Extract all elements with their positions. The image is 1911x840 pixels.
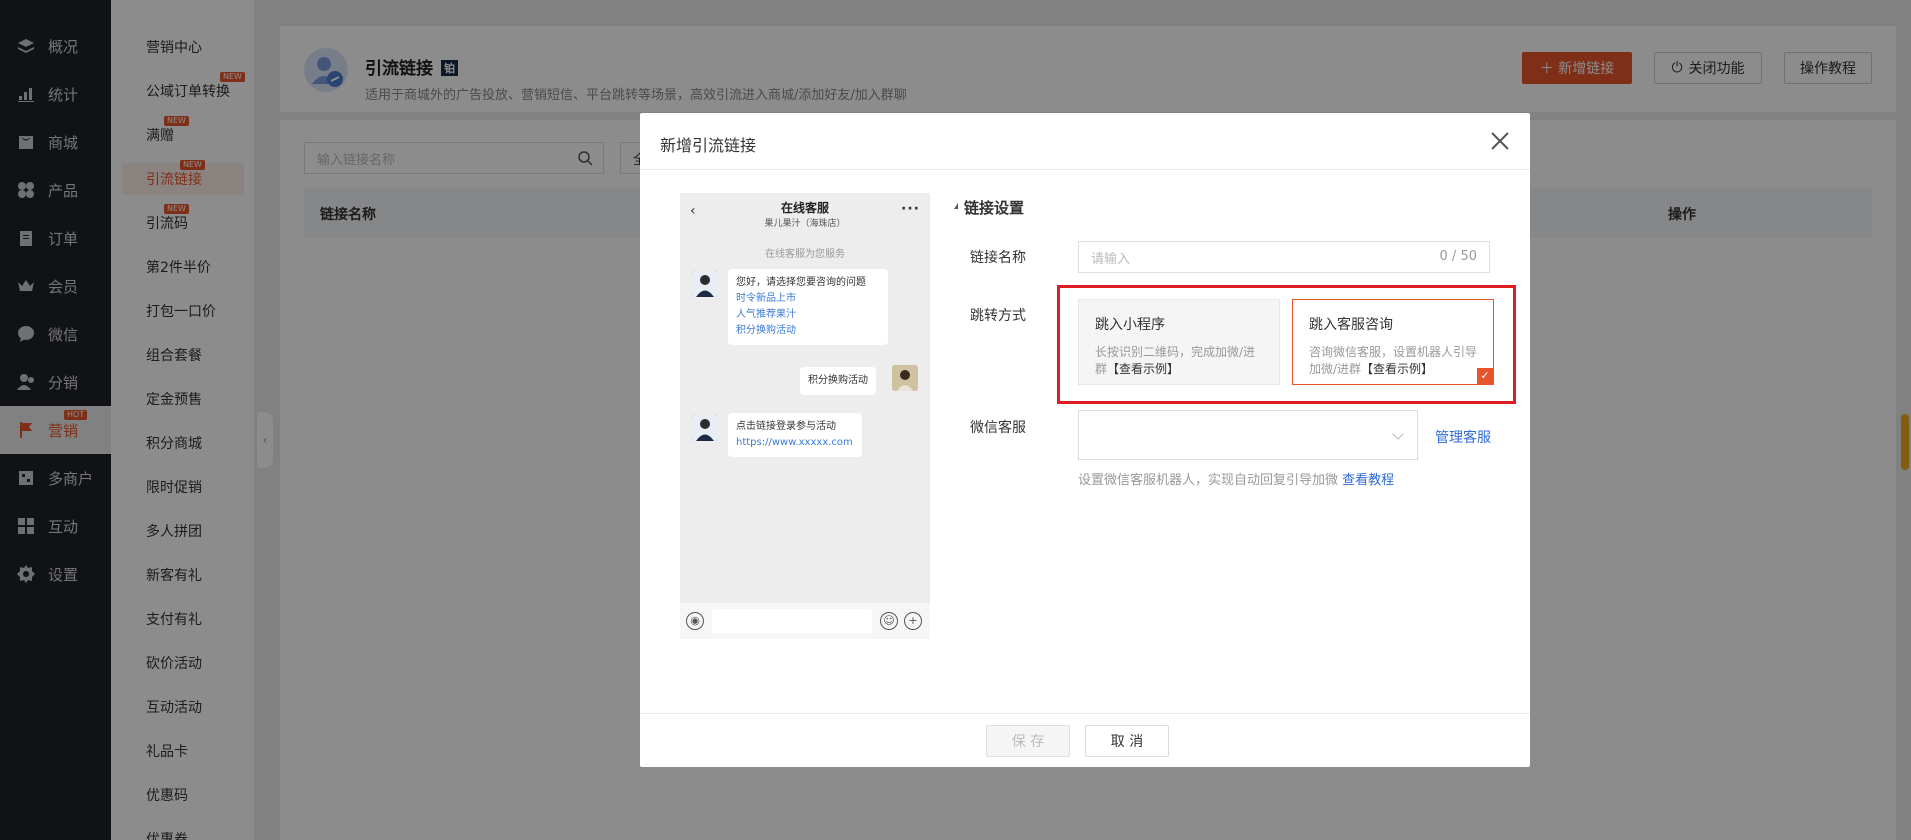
emoji-icon: ☺: [880, 612, 898, 630]
agent-message-bubble: 点击链接登录参与活动 https://www.xxxxx.com: [728, 413, 862, 457]
chat-input: [712, 609, 872, 633]
phone-title: 在线客服: [780, 201, 829, 215]
quick-reply-link[interactable]: 积分换购活动: [736, 323, 880, 339]
char-counter: 0 / 50: [1439, 249, 1477, 264]
chat-input-bar: ◉ ☺ +: [680, 603, 930, 639]
chevron-down-icon: [1392, 428, 1404, 440]
phone-subtitle: 果儿果汁（海珠店）: [764, 219, 846, 229]
agent-message-bubble: 您好，请选择您要咨询的问题 时令新品上市 人气推荐果汁 积分换购活动: [728, 269, 888, 345]
input-placeholder: 请输入: [1091, 251, 1131, 267]
dialog-title: 新增引流链接: [660, 136, 757, 155]
message-text: 您好，请选择您要咨询的问题: [736, 277, 866, 288]
wechat-service-label: 微信客服: [970, 420, 1026, 436]
view-tutorial-link[interactable]: 查看教程: [1342, 473, 1394, 488]
user-message-bubble: 积分换购活动: [800, 367, 876, 395]
manage-service-link[interactable]: 管理客服: [1435, 427, 1491, 447]
plus-icon: +: [904, 612, 922, 630]
more-icon: ···: [901, 201, 920, 217]
name-label: 链接名称: [970, 250, 1026, 266]
close-icon[interactable]: [1488, 129, 1512, 153]
agent-avatar: [692, 271, 718, 297]
quick-reply-link[interactable]: 人气推荐果汁: [736, 307, 880, 323]
section-title: 链接设置: [953, 199, 1025, 217]
save-button[interactable]: 保 存: [986, 725, 1070, 757]
message-text: 点击链接登录参与活动: [736, 421, 836, 432]
wechat-service-select[interactable]: [1078, 410, 1418, 460]
help-text: 设置微信客服机器人，实现自动回复引导加微 查看教程: [1078, 473, 1395, 488]
voice-icon: ◉: [686, 612, 704, 630]
cancel-button[interactable]: 取 消: [1085, 725, 1169, 757]
user-avatar: [892, 365, 918, 391]
jump-mode-label: 跳转方式: [970, 308, 1026, 324]
footer-divider: [640, 713, 1530, 714]
activity-link[interactable]: https://www.xxxxx.com: [736, 435, 854, 451]
highlight-box: [1057, 285, 1516, 404]
divider: [640, 169, 1530, 170]
system-message: 在线客服为您服务: [765, 249, 845, 260]
phone-header: ‹ 在线客服 果儿果汁（海珠店） ···: [680, 193, 930, 233]
agent-avatar: [692, 415, 718, 441]
link-name-input[interactable]: 请输入 0 / 50: [1078, 241, 1490, 273]
quick-reply-link[interactable]: 时令新品上市: [736, 291, 880, 307]
phone-preview: ‹ 在线客服 果儿果汁（海珠店） ··· 在线客服为您服务 您好，请选择您要咨询…: [680, 193, 930, 639]
new-link-dialog: 新增引流链接 ‹ 在线客服 果儿果汁（海珠店） ··· 在线客服为您服务 您好，…: [640, 113, 1530, 767]
